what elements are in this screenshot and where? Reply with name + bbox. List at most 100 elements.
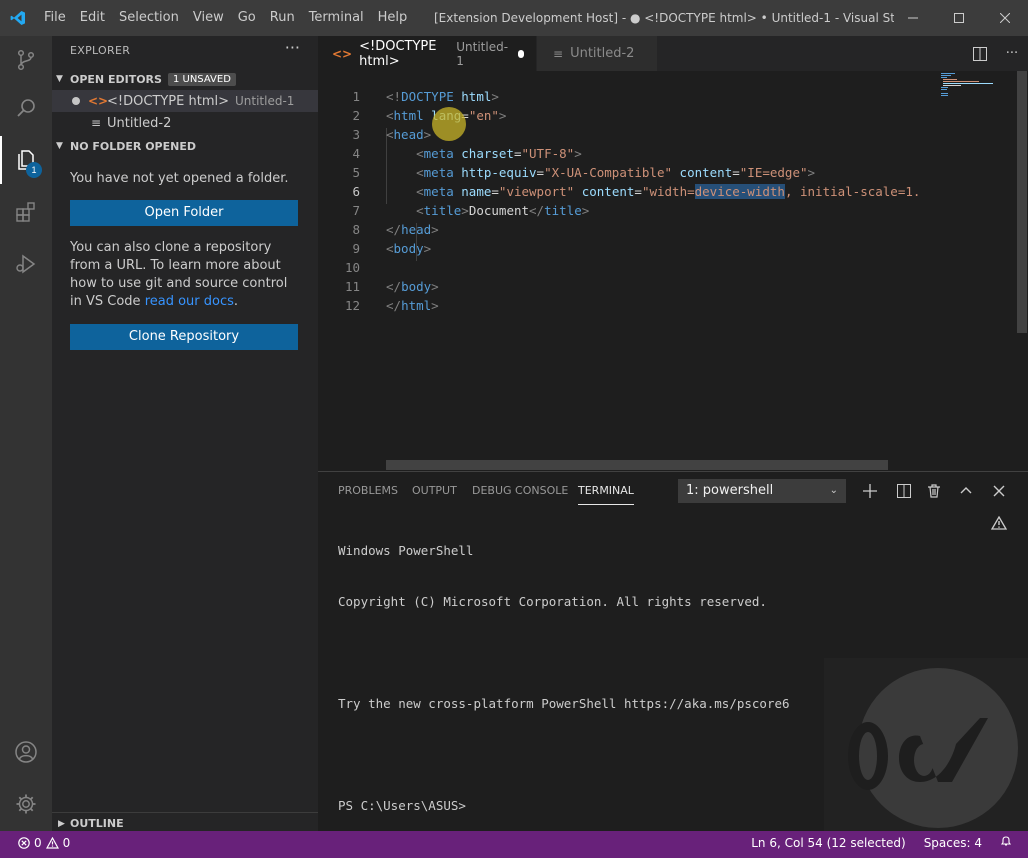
warning-icon bbox=[45, 837, 59, 849]
warning-icon bbox=[991, 516, 1007, 530]
code-line: 1 <!DOCTYPE html> bbox=[352, 89, 499, 104]
minimap[interactable] bbox=[938, 71, 1014, 471]
more-actions-icon: ··· bbox=[1005, 46, 1019, 61]
open-editor-name: <!DOCTYPE html> Untitled-1 bbox=[107, 93, 295, 109]
minimap-preview bbox=[941, 73, 993, 96]
open-folder-button[interactable]: Open Folder bbox=[70, 200, 298, 226]
search-icon bbox=[17, 99, 35, 117]
dirty-dot-icon[interactable] bbox=[518, 49, 524, 58]
scrollbar-thumb[interactable] bbox=[1017, 71, 1027, 333]
warning-count: 0 bbox=[62, 836, 71, 850]
menu-file[interactable]: File bbox=[36, 0, 73, 36]
error-count: 0 bbox=[34, 836, 42, 850]
terminal-line: Try the new cross-platform PowerShell ht… bbox=[338, 696, 790, 711]
code-line: 2<html lang="en"> bbox=[352, 108, 507, 123]
terminal-select-value: 1: powershell bbox=[686, 483, 774, 498]
code-line: 6 <meta name="viewport" content="width=d… bbox=[352, 184, 921, 199]
bell-icon bbox=[1000, 836, 1012, 846]
more-actions-icon[interactable]: ··· bbox=[285, 38, 300, 57]
read-docs-link[interactable]: read our docs bbox=[145, 294, 234, 309]
tab-untitled-2[interactable]: ≡ Untitled-2 bbox=[537, 36, 657, 71]
no-folder-message: You have not yet opened a folder. bbox=[70, 171, 289, 186]
outline-label: OUTLINE bbox=[70, 817, 124, 830]
chevron-right-icon: ▶ bbox=[58, 818, 65, 829]
watermark-logo bbox=[824, 658, 1028, 832]
title-bar: File Edit Selection View Go Run Terminal… bbox=[0, 0, 1028, 36]
no-folder-header[interactable]: ▼ NO FOLDER OPENED bbox=[52, 135, 318, 157]
code-line: 8 </head> bbox=[352, 222, 439, 237]
more-actions-button[interactable]: ··· bbox=[996, 36, 1028, 71]
text-file-icon: ≡ bbox=[91, 116, 102, 130]
editor-vertical-scrollbar[interactable] bbox=[1014, 71, 1028, 471]
html-file-icon: <> bbox=[88, 94, 109, 108]
source-control-icon bbox=[17, 49, 35, 71]
manage-button[interactable] bbox=[0, 780, 52, 828]
open-editors-header[interactable]: ▼ OPEN EDITORS 1 UNSAVED bbox=[52, 68, 318, 90]
code-editor[interactable]: 1<!DOCTYPE html> 2<html lang="en"> 3<hea… bbox=[318, 71, 1028, 471]
new-terminal-button[interactable] bbox=[859, 480, 881, 502]
editor-tabs: <> <!DOCTYPE html> Untitled-1 ≡ Untitled… bbox=[318, 36, 1028, 71]
extensions-button[interactable] bbox=[0, 188, 52, 236]
explorer-button[interactable]: 1 bbox=[0, 136, 52, 184]
run-debug-button[interactable] bbox=[0, 240, 52, 288]
terminal-output[interactable]: Windows PowerShell Copyright (C) Microso… bbox=[338, 508, 790, 848]
tab-problems[interactable]: PROBLEMS bbox=[338, 484, 398, 497]
terminal-select[interactable]: 1: powershell ⌄ bbox=[678, 479, 846, 503]
terminal-line: Copyright (C) Microsoft Corporation. All… bbox=[338, 594, 767, 609]
tab-label: <!DOCTYPE html> bbox=[359, 38, 437, 69]
menu-selection[interactable]: Selection bbox=[112, 0, 186, 36]
open-editor-item[interactable]: ≡ Untitled-2 bbox=[52, 112, 318, 134]
tab-terminal[interactable]: TERMINAL bbox=[578, 484, 634, 505]
indentation-status[interactable]: Spaces: 4 bbox=[915, 831, 991, 855]
kill-terminal-button[interactable] bbox=[923, 480, 945, 502]
close-icon bbox=[993, 485, 1005, 497]
accounts-button[interactable] bbox=[0, 728, 52, 776]
minimize-button[interactable] bbox=[890, 0, 936, 36]
code-line: 7 <title>Document</title> bbox=[352, 203, 590, 218]
window-title: [Extension Development Host] - ● <!DOCTY… bbox=[434, 11, 894, 25]
maximize-button[interactable] bbox=[936, 0, 982, 36]
status-right: Ln 6, Col 54 (12 selected) Spaces: 4 bbox=[742, 831, 1028, 855]
bottom-panel: PROBLEMS OUTPUT DEBUG CONSOLE TERMINAL 1… bbox=[318, 471, 1028, 832]
open-editor-item[interactable]: <> <!DOCTYPE html> Untitled-1 bbox=[52, 90, 318, 112]
cursor-position[interactable]: Ln 6, Col 54 (12 selected) bbox=[742, 831, 914, 855]
notifications-button[interactable] bbox=[991, 831, 1028, 855]
chevron-down-icon: ▼ bbox=[56, 74, 63, 84]
editor-horizontal-scrollbar[interactable] bbox=[386, 460, 888, 470]
plus-icon bbox=[863, 484, 877, 498]
menu-edit[interactable]: Edit bbox=[73, 0, 112, 36]
maximize-panel-button[interactable] bbox=[955, 480, 977, 502]
clone-description: You can also clone a repository from a U… bbox=[70, 240, 288, 309]
sidebar-title: EXPLORER bbox=[70, 44, 131, 57]
problems-status[interactable]: 0 0 bbox=[18, 831, 70, 855]
menu-terminal[interactable]: Terminal bbox=[302, 0, 371, 36]
text-file-icon: ≡ bbox=[553, 46, 564, 61]
split-terminal-button[interactable] bbox=[893, 480, 915, 502]
menu-run[interactable]: Run bbox=[263, 0, 302, 36]
terminal-prompt: PS C:\Users\ASUS> bbox=[338, 798, 466, 813]
split-editor-button[interactable] bbox=[964, 36, 996, 71]
tab-label: Untitled-2 bbox=[570, 46, 635, 61]
search-button[interactable] bbox=[0, 84, 52, 132]
menu-go[interactable]: Go bbox=[231, 0, 263, 36]
menu-view[interactable]: View bbox=[186, 0, 231, 36]
terminal-warning-button[interactable] bbox=[988, 512, 1010, 534]
menu-help[interactable]: Help bbox=[371, 0, 415, 36]
close-panel-button[interactable] bbox=[988, 480, 1010, 502]
close-window-button[interactable] bbox=[982, 0, 1028, 36]
code-line: 10 bbox=[344, 260, 360, 275]
split-editor-icon bbox=[973, 46, 987, 61]
code-line: 11 </body> bbox=[344, 279, 439, 294]
open-editor-desc: Untitled-1 bbox=[235, 93, 295, 108]
tab-untitled-1[interactable]: <> <!DOCTYPE html> Untitled-1 bbox=[318, 36, 536, 71]
run-debug-icon bbox=[16, 254, 36, 274]
tab-output[interactable]: OUTPUT bbox=[412, 484, 457, 497]
tab-debug-console[interactable]: DEBUG CONSOLE bbox=[472, 484, 568, 497]
clone-repository-button[interactable]: Clone Repository bbox=[70, 324, 298, 350]
editor-actions: ··· bbox=[964, 36, 1028, 71]
extensions-icon bbox=[16, 202, 35, 222]
source-control-button[interactable] bbox=[0, 36, 52, 84]
code-line: 5 <meta http-equiv="X-UA-Compatible" con… bbox=[352, 165, 816, 180]
close-icon bbox=[1000, 13, 1010, 23]
open-editors-label: OPEN EDITORS bbox=[70, 72, 162, 86]
